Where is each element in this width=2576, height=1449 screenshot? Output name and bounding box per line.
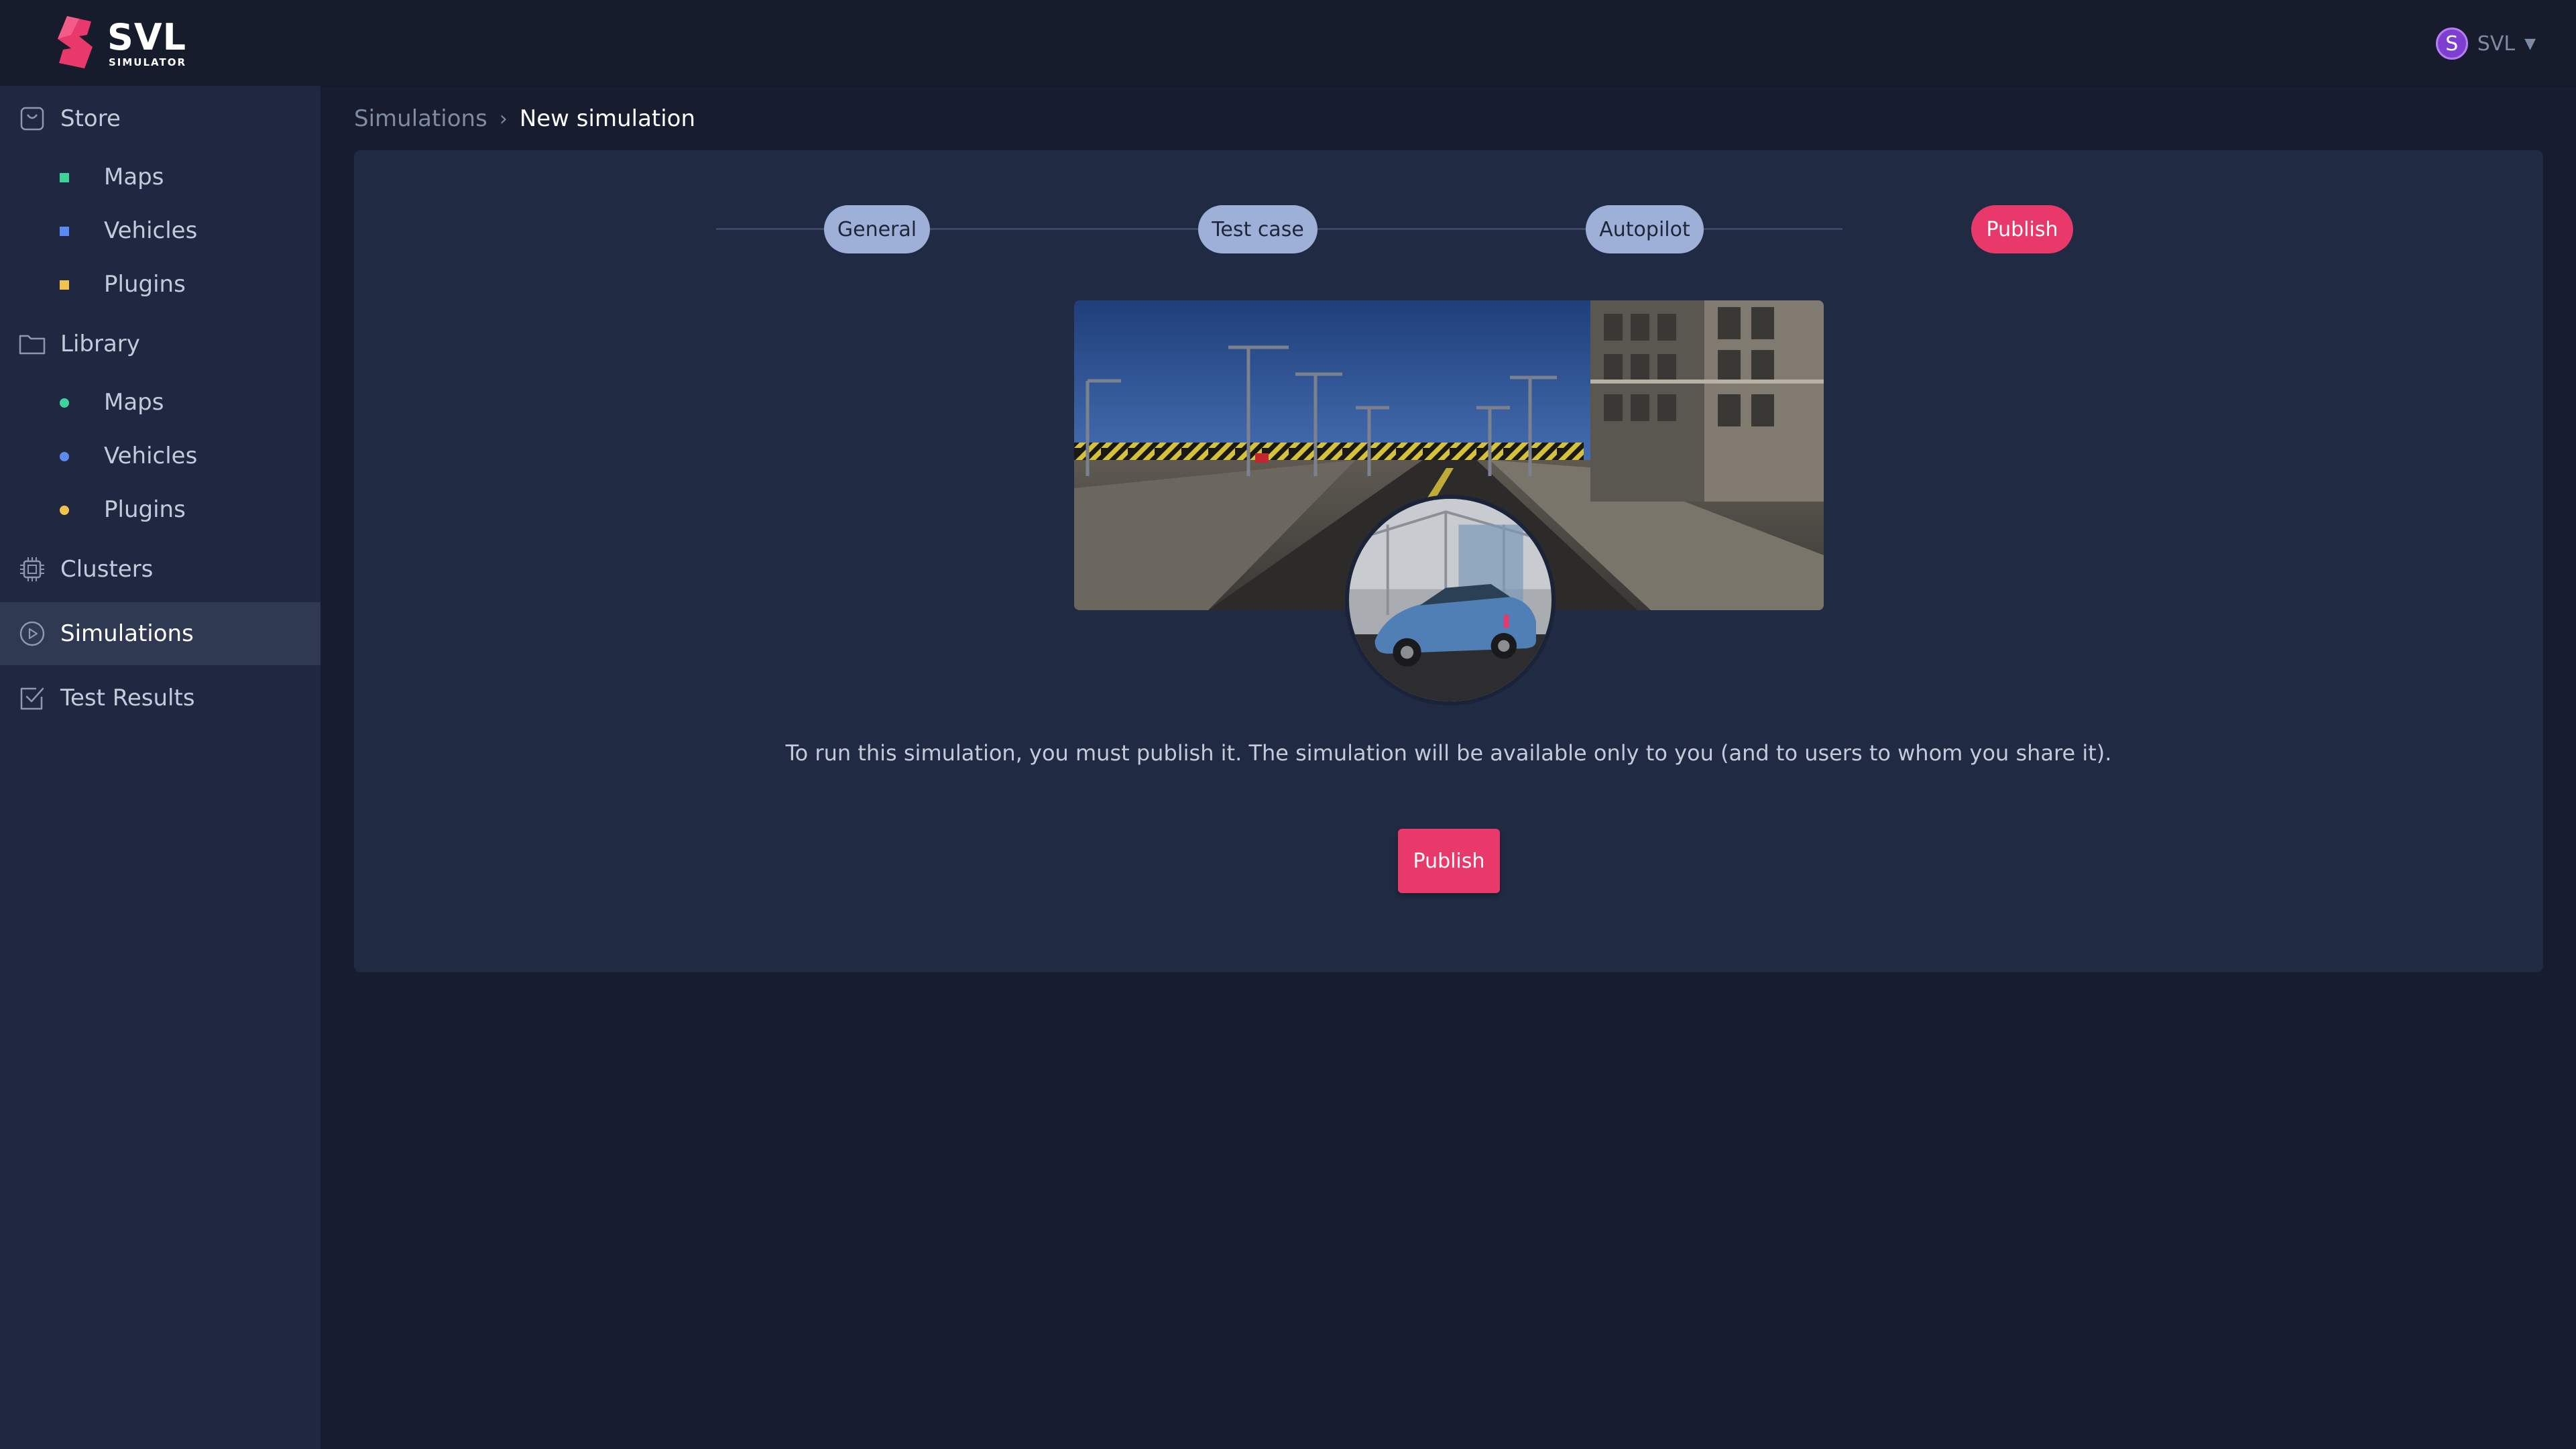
sidebar-item-simulations[interactable]: Simulations <box>0 602 320 665</box>
step-publish[interactable]: Publish <box>1971 205 2073 253</box>
round-bullet-icon <box>60 506 69 515</box>
sidebar-item-store-plugins[interactable]: Plugins <box>0 257 320 311</box>
sidebar-item-library-plugins[interactable]: Plugins <box>0 483 320 536</box>
breadcrumb-current: New simulation <box>519 105 696 132</box>
sidebar-item-store-maps[interactable]: Maps <box>0 150 320 204</box>
sidebar-item-label: Library <box>60 331 140 357</box>
chevron-right-icon: › <box>499 107 508 131</box>
vehicle-thumbnail-image <box>1345 495 1556 705</box>
user-avatar: S <box>2435 27 2468 60</box>
sidebar-item-library[interactable]: Library <box>0 312 320 375</box>
sidebar-subitem-label: Plugins <box>104 496 186 523</box>
step-test-case[interactable]: Test case <box>1198 205 1318 253</box>
chevron-down-icon: ▼ <box>2524 35 2536 52</box>
square-bullet-icon <box>60 227 69 236</box>
round-bullet-icon <box>60 398 69 408</box>
user-menu[interactable]: S SVL ▼ <box>2435 25 2536 62</box>
sidebar-item-label: Store <box>60 105 121 132</box>
sidebar-subitem-label: Plugins <box>104 271 186 298</box>
sidebar-item-label: Simulations <box>60 620 194 647</box>
top-header: SVL SIMULATOR S SVL ▼ <box>0 0 2576 86</box>
publish-message: To run this simulation, you must publish… <box>785 740 2112 766</box>
folder-icon <box>19 335 46 355</box>
svl-logo-icon <box>58 16 93 68</box>
sidebar-item-store-vehicles[interactable]: Vehicles <box>0 204 320 257</box>
square-bullet-icon <box>60 280 69 290</box>
sidebar-subitem-label: Vehicles <box>104 217 198 244</box>
sidebar-subitem-label: Maps <box>104 164 164 190</box>
step-autopilot[interactable]: Autopilot <box>1586 205 1704 253</box>
logo-subtext: SIMULATOR <box>109 56 187 68</box>
sidebar-item-clusters[interactable]: Clusters <box>0 538 320 601</box>
user-name: SVL <box>2477 32 2516 56</box>
store-bag-icon <box>20 107 44 131</box>
breadcrumb: Simulations › New simulation <box>354 102 695 135</box>
logo-text: SVL <box>107 16 187 58</box>
sidebar-item-label: Test Results <box>60 685 195 711</box>
sidebar-item-library-vehicles[interactable]: Vehicles <box>0 429 320 483</box>
sidebar-item-store[interactable]: Store <box>0 87 320 150</box>
publish-button[interactable]: Publish <box>1398 829 1500 893</box>
play-circle-icon <box>19 621 45 646</box>
publish-panel: General Test case Autopilot Publish To r… <box>354 150 2543 972</box>
square-bullet-icon <box>60 173 69 182</box>
sidebar-subitem-label: Maps <box>104 389 164 416</box>
checkbox-icon <box>20 687 44 710</box>
sidebar-item-test-results[interactable]: Test Results <box>0 666 320 730</box>
sidebar-item-library-maps[interactable]: Maps <box>0 375 320 429</box>
svl-logo[interactable]: SVL SIMULATOR <box>52 15 193 71</box>
sidebar-subitem-label: Vehicles <box>104 443 198 469</box>
round-bullet-icon <box>60 452 69 461</box>
step-general[interactable]: General <box>824 205 930 253</box>
chip-icon <box>20 557 44 581</box>
sidebar: Store Maps Vehicles Plugins Library Maps… <box>0 86 320 1449</box>
breadcrumb-simulations-link[interactable]: Simulations <box>354 105 487 132</box>
sidebar-item-label: Clusters <box>60 556 154 583</box>
